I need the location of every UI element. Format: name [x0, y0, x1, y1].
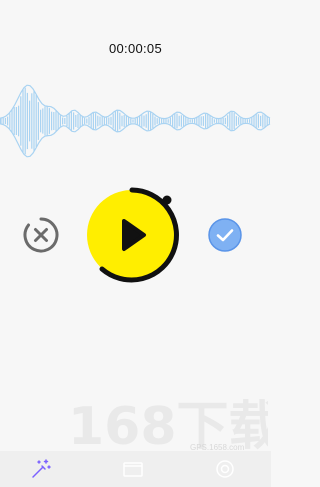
- bottom-navigation: [0, 451, 271, 487]
- play-button[interactable]: [82, 185, 186, 285]
- voice-recorder-screen: 00:00:05 168下载 GPS.1658.com: [0, 0, 271, 487]
- cancel-recording-button[interactable]: [22, 216, 60, 254]
- check-circle-icon: [208, 218, 242, 252]
- elapsed-time: 00:00:05: [108, 41, 162, 56]
- audio-waveform: [0, 84, 271, 158]
- tab-files[interactable]: [122, 458, 144, 480]
- confirm-recording-button[interactable]: [207, 217, 243, 253]
- magic-wand-icon: [32, 459, 51, 478]
- close-circle-icon: [23, 217, 59, 253]
- settings-icon: [216, 460, 234, 478]
- tab-effects[interactable]: [30, 458, 52, 480]
- progress-dot: [162, 195, 172, 205]
- tab-settings[interactable]: [214, 458, 236, 480]
- folder-icon: [123, 462, 143, 477]
